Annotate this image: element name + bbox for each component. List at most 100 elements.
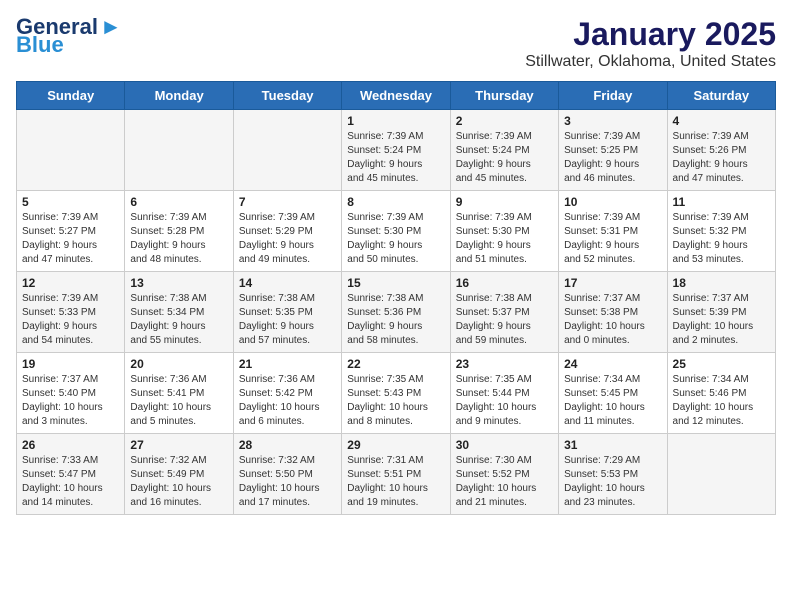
day-number: 2 [456,114,553,128]
day-number: 18 [673,276,770,290]
day-content: Sunrise: 7:39 AM Sunset: 5:30 PM Dayligh… [456,211,553,267]
day-number: 23 [456,357,553,371]
calendar-header: SundayMondayTuesdayWednesdayThursdayFrid… [17,82,776,110]
calendar-empty-cell [233,110,341,191]
day-content: Sunrise: 7:32 AM Sunset: 5:50 PM Dayligh… [239,454,336,510]
calendar-day-cell: 11 Sunrise: 7:39 AM Sunset: 5:32 PM Dayli… [667,191,775,272]
day-content: Sunrise: 7:39 AM Sunset: 5:33 PM Dayligh… [22,292,119,348]
calendar-day-cell: 16 Sunrise: 7:38 AM Sunset: 5:37 PM Dayli… [450,272,558,353]
day-content: Sunrise: 7:39 AM Sunset: 5:30 PM Dayligh… [347,211,444,267]
calendar-day-cell: 28 Sunrise: 7:32 AM Sunset: 5:50 PM Dayli… [233,434,341,515]
day-content: Sunrise: 7:39 AM Sunset: 5:32 PM Dayligh… [673,211,770,267]
day-content: Sunrise: 7:33 AM Sunset: 5:47 PM Dayligh… [22,454,119,510]
calendar-title: January 2025 [525,16,776,53]
day-content: Sunrise: 7:37 AM Sunset: 5:40 PM Dayligh… [22,373,119,429]
calendar-day-cell: 30 Sunrise: 7:30 AM Sunset: 5:52 PM Dayli… [450,434,558,515]
calendar-day-cell: 22Sunrise: 7:35 AM Sunset: 5:43 PM Dayli… [342,353,450,434]
weekday-header: Tuesday [233,82,341,110]
calendar-day-cell: 8Sunrise: 7:39 AM Sunset: 5:30 PM Daylig… [342,191,450,272]
logo: General ► Blue [16,16,122,56]
calendar-empty-cell [125,110,233,191]
day-number: 22 [347,357,444,371]
calendar-day-cell: 27 Sunrise: 7:32 AM Sunset: 5:49 PM Dayli… [125,434,233,515]
weekday-header: Thursday [450,82,558,110]
calendar-day-cell: 5Sunrise: 7:39 AM Sunset: 5:27 PM Daylig… [17,191,125,272]
calendar-subtitle: Stillwater, Oklahoma, United States [525,53,776,71]
day-number: 27 [130,438,227,452]
calendar-day-cell: 17 Sunrise: 7:37 AM Sunset: 5:38 PM Dayli… [559,272,667,353]
day-content: Sunrise: 7:39 AM Sunset: 5:28 PM Dayligh… [130,211,227,267]
day-number: 15 [347,276,444,290]
calendar-day-cell: 26 Sunrise: 7:33 AM Sunset: 5:47 PM Dayli… [17,434,125,515]
calendar-day-cell: 15Sunrise: 7:38 AM Sunset: 5:36 PM Dayli… [342,272,450,353]
day-number: 30 [456,438,553,452]
day-number: 31 [564,438,661,452]
weekday-header: Wednesday [342,82,450,110]
logo-blue-text: Blue [16,34,64,56]
day-content: Sunrise: 7:34 AM Sunset: 5:45 PM Dayligh… [564,373,661,429]
calendar-week-row: 1Sunrise: 7:39 AM Sunset: 5:24 PM Daylig… [17,110,776,191]
day-number: 13 [130,276,227,290]
calendar-day-cell: 31 Sunrise: 7:29 AM Sunset: 5:53 PM Dayli… [559,434,667,515]
day-content: Sunrise: 7:39 AM Sunset: 5:29 PM Dayligh… [239,211,336,267]
day-content: Sunrise: 7:38 AM Sunset: 5:37 PM Dayligh… [456,292,553,348]
day-content: Sunrise: 7:36 AM Sunset: 5:42 PM Dayligh… [239,373,336,429]
page-header: General ► Blue January 2025 Stillwater, … [16,16,776,71]
calendar-day-cell: 9 Sunrise: 7:39 AM Sunset: 5:30 PM Daylig… [450,191,558,272]
calendar-table: SundayMondayTuesdayWednesdayThursdayFrid… [16,81,776,515]
day-number: 25 [673,357,770,371]
calendar-day-cell: 23 Sunrise: 7:35 AM Sunset: 5:44 PM Dayli… [450,353,558,434]
day-number: 1 [347,114,444,128]
day-content: Sunrise: 7:30 AM Sunset: 5:52 PM Dayligh… [456,454,553,510]
calendar-day-cell: 12 Sunrise: 7:39 AM Sunset: 5:33 PM Dayli… [17,272,125,353]
day-number: 21 [239,357,336,371]
day-number: 12 [22,276,119,290]
day-number: 11 [673,195,770,209]
calendar-week-row: 19 Sunrise: 7:37 AM Sunset: 5:40 PM Dayli… [17,353,776,434]
day-content: Sunrise: 7:31 AM Sunset: 5:51 PM Dayligh… [347,454,444,510]
day-content: Sunrise: 7:37 AM Sunset: 5:38 PM Dayligh… [564,292,661,348]
day-number: 24 [564,357,661,371]
calendar-day-cell: 3Sunrise: 7:39 AM Sunset: 5:25 PM Daylig… [559,110,667,191]
day-number: 16 [456,276,553,290]
day-number: 9 [456,195,553,209]
day-number: 19 [22,357,119,371]
day-content: Sunrise: 7:36 AM Sunset: 5:41 PM Dayligh… [130,373,227,429]
calendar-day-cell: 19 Sunrise: 7:37 AM Sunset: 5:40 PM Dayli… [17,353,125,434]
day-content: Sunrise: 7:38 AM Sunset: 5:34 PM Dayligh… [130,292,227,348]
day-content: Sunrise: 7:35 AM Sunset: 5:44 PM Dayligh… [456,373,553,429]
day-content: Sunrise: 7:34 AM Sunset: 5:46 PM Dayligh… [673,373,770,429]
day-content: Sunrise: 7:39 AM Sunset: 5:31 PM Dayligh… [564,211,661,267]
day-number: 17 [564,276,661,290]
title-block: January 2025 Stillwater, Oklahoma, Unite… [525,16,776,71]
day-number: 14 [239,276,336,290]
day-content: Sunrise: 7:29 AM Sunset: 5:53 PM Dayligh… [564,454,661,510]
calendar-day-cell: 7 Sunrise: 7:39 AM Sunset: 5:29 PM Daylig… [233,191,341,272]
calendar-day-cell: 10 Sunrise: 7:39 AM Sunset: 5:31 PM Dayli… [559,191,667,272]
day-number: 5 [22,195,119,209]
logo-arrow-icon: ► [100,16,122,38]
weekday-header: Monday [125,82,233,110]
calendar-week-row: 5Sunrise: 7:39 AM Sunset: 5:27 PM Daylig… [17,191,776,272]
calendar-day-cell: 13 Sunrise: 7:38 AM Sunset: 5:34 PM Dayli… [125,272,233,353]
day-content: Sunrise: 7:39 AM Sunset: 5:26 PM Dayligh… [673,130,770,186]
day-number: 7 [239,195,336,209]
calendar-body: 1Sunrise: 7:39 AM Sunset: 5:24 PM Daylig… [17,110,776,515]
day-number: 3 [564,114,661,128]
day-content: Sunrise: 7:38 AM Sunset: 5:35 PM Dayligh… [239,292,336,348]
day-number: 4 [673,114,770,128]
day-number: 10 [564,195,661,209]
day-number: 20 [130,357,227,371]
day-number: 29 [347,438,444,452]
calendar-day-cell: 6Sunrise: 7:39 AM Sunset: 5:28 PM Daylig… [125,191,233,272]
day-content: Sunrise: 7:32 AM Sunset: 5:49 PM Dayligh… [130,454,227,510]
calendar-week-row: 26 Sunrise: 7:33 AM Sunset: 5:47 PM Dayli… [17,434,776,515]
calendar-day-cell: 24 Sunrise: 7:34 AM Sunset: 5:45 PM Dayli… [559,353,667,434]
day-number: 28 [239,438,336,452]
day-number: 26 [22,438,119,452]
calendar-day-cell: 1Sunrise: 7:39 AM Sunset: 5:24 PM Daylig… [342,110,450,191]
calendar-empty-cell [17,110,125,191]
calendar-week-row: 12 Sunrise: 7:39 AM Sunset: 5:33 PM Dayli… [17,272,776,353]
calendar-day-cell: 20 Sunrise: 7:36 AM Sunset: 5:41 PM Dayli… [125,353,233,434]
weekday-header: Friday [559,82,667,110]
